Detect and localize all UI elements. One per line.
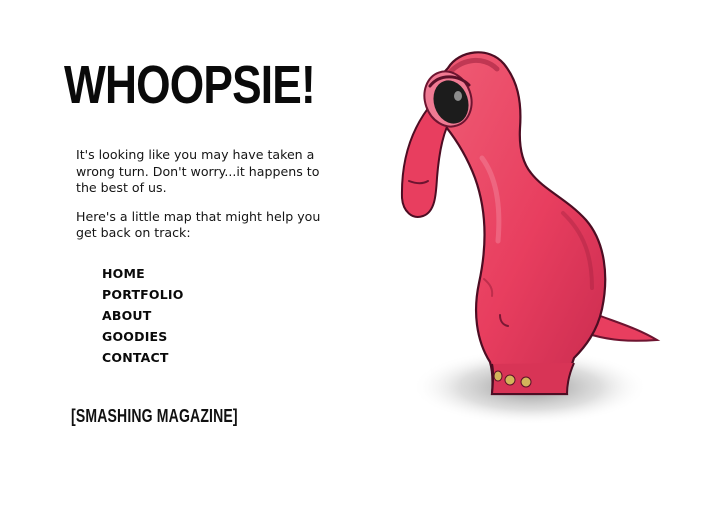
nav-link-home[interactable]: HOME	[102, 266, 145, 281]
nav-link-contact[interactable]: CONTACT	[102, 350, 169, 365]
page-title: WHOOPSIE!	[64, 55, 316, 115]
nav-link-portfolio[interactable]: PORTFOLIO	[102, 287, 184, 302]
eye-highlight-shape	[454, 91, 462, 101]
dinosaur-feet-shape	[490, 362, 575, 395]
site-map-navigation: HOME PORTFOLIO ABOUT GOODIES CONTACT	[102, 262, 184, 367]
nav-item-portfolio: PORTFOLIO	[102, 283, 184, 304]
toe-right-icon	[520, 376, 532, 388]
nav-link-about[interactable]: ABOUT	[102, 308, 152, 323]
toe-middle-icon	[504, 374, 516, 386]
nav-item-contact: CONTACT	[102, 346, 184, 367]
nav-link-goodies[interactable]: GOODIES	[102, 329, 167, 344]
toe-left-icon	[493, 370, 503, 382]
pink-dinosaur-svg	[400, 51, 661, 425]
nav-item-home: HOME	[102, 262, 184, 283]
nav-item-goodies: GOODIES	[102, 325, 184, 346]
smashing-magazine-link[interactable]: [SMASHING MAGAZINE]	[71, 407, 238, 425]
404-page: WHOOPSIE! It's looking like you may have…	[0, 0, 727, 511]
nav-item-about: ABOUT	[102, 304, 184, 325]
pink-dinosaur-illustration	[360, 30, 700, 470]
message-paragraph-map: Here's a little map that might help you …	[76, 208, 321, 241]
error-message: It's looking like you may have taken a w…	[76, 147, 326, 254]
message-paragraph-wrong-turn: It's looking like you may have taken a w…	[76, 147, 320, 195]
